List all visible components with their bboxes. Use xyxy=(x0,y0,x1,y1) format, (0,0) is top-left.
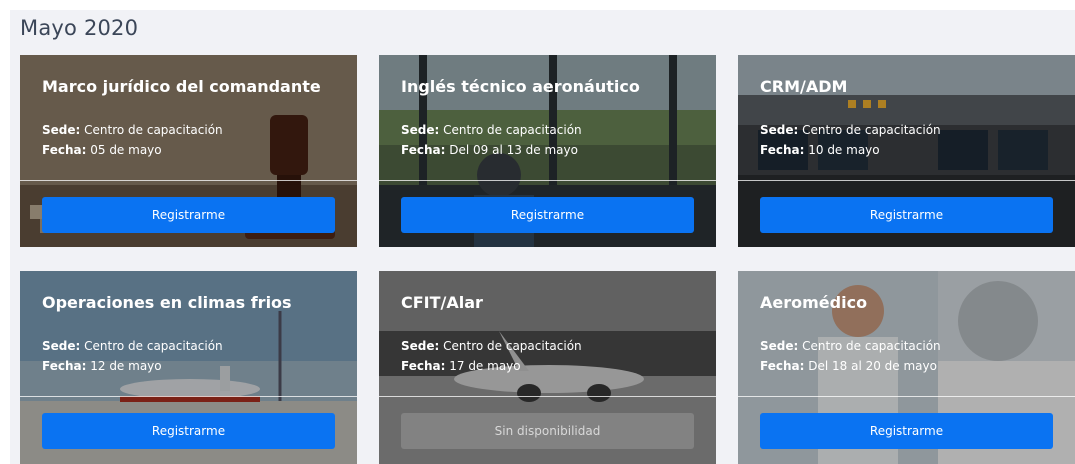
register-button[interactable]: Registrarme xyxy=(760,197,1053,233)
fecha-value: Del 18 al 20 de mayo xyxy=(808,359,937,373)
course-info: Sede: Centro de capacitación Fecha: Del … xyxy=(760,336,941,376)
card-divider xyxy=(738,180,1075,181)
course-card: Marco jurídico del comandante Sede: Cent… xyxy=(20,55,357,247)
fecha-value: 10 de mayo xyxy=(808,143,880,157)
course-card: Operaciones en climas frios Sede: Centro… xyxy=(20,271,357,464)
sede-label: Sede: xyxy=(760,339,799,353)
course-info: Sede: Centro de capacitación Fecha: 17 d… xyxy=(401,336,582,376)
sede-value: Centro de capacitación xyxy=(84,123,223,137)
course-title: CRM/ADM xyxy=(760,77,848,96)
register-button[interactable]: Registrarme xyxy=(42,413,335,449)
fecha-label: Fecha: xyxy=(42,359,87,373)
course-info: Sede: Centro de capacitación Fecha: 10 d… xyxy=(760,120,941,160)
card-divider xyxy=(20,180,357,181)
sede-label: Sede: xyxy=(760,123,799,137)
sede-label: Sede: xyxy=(401,339,440,353)
sede-value: Centro de capacitación xyxy=(802,123,941,137)
course-title: CFIT/Alar xyxy=(401,293,483,312)
fecha-label: Fecha: xyxy=(401,359,446,373)
courses-section: Mayo 2020 Marco jurídico del comandante … xyxy=(10,10,1075,464)
month-title: Mayo 2020 xyxy=(20,16,139,40)
fecha-label: Fecha: xyxy=(760,143,805,157)
sede-label: Sede: xyxy=(42,123,81,137)
sede-value: Centro de capacitación xyxy=(84,339,223,353)
sede-value: Centro de capacitación xyxy=(443,123,582,137)
course-title: Inglés técnico aeronáutico xyxy=(401,77,640,96)
register-button[interactable]: Registrarme xyxy=(760,413,1053,449)
fecha-label: Fecha: xyxy=(401,143,446,157)
card-divider xyxy=(379,396,716,397)
sede-label: Sede: xyxy=(42,339,81,353)
sede-value: Centro de capacitación xyxy=(802,339,941,353)
course-card: CRM/ADM Sede: Centro de capacitación Fec… xyxy=(738,55,1075,247)
fecha-value: 05 de mayo xyxy=(90,143,162,157)
course-title: Marco jurídico del comandante xyxy=(42,77,321,96)
register-button[interactable]: Registrarme xyxy=(401,197,694,233)
card-divider xyxy=(379,180,716,181)
register-button[interactable]: Registrarme xyxy=(42,197,335,233)
course-card: Aeromédico Sede: Centro de capacitación … xyxy=(738,271,1075,464)
fecha-value: 17 de mayo xyxy=(449,359,521,373)
course-info: Sede: Centro de capacitación Fecha: 05 d… xyxy=(42,120,223,160)
course-title: Operaciones en climas frios xyxy=(42,293,292,312)
course-info: Sede: Centro de capacitación Fecha: Del … xyxy=(401,120,582,160)
sede-value: Centro de capacitación xyxy=(443,339,582,353)
course-title: Aeromédico xyxy=(760,293,868,312)
fecha-value: Del 09 al 13 de mayo xyxy=(449,143,578,157)
unavailable-button: Sin disponibilidad xyxy=(401,413,694,449)
course-card: Inglés técnico aeronáutico Sede: Centro … xyxy=(379,55,716,247)
fecha-label: Fecha: xyxy=(760,359,805,373)
card-divider xyxy=(738,396,1075,397)
card-divider xyxy=(20,396,357,397)
fecha-value: 12 de mayo xyxy=(90,359,162,373)
course-info: Sede: Centro de capacitación Fecha: 12 d… xyxy=(42,336,223,376)
course-card: CFIT/Alar Sede: Centro de capacitación F… xyxy=(379,271,716,464)
fecha-label: Fecha: xyxy=(42,143,87,157)
sede-label: Sede: xyxy=(401,123,440,137)
